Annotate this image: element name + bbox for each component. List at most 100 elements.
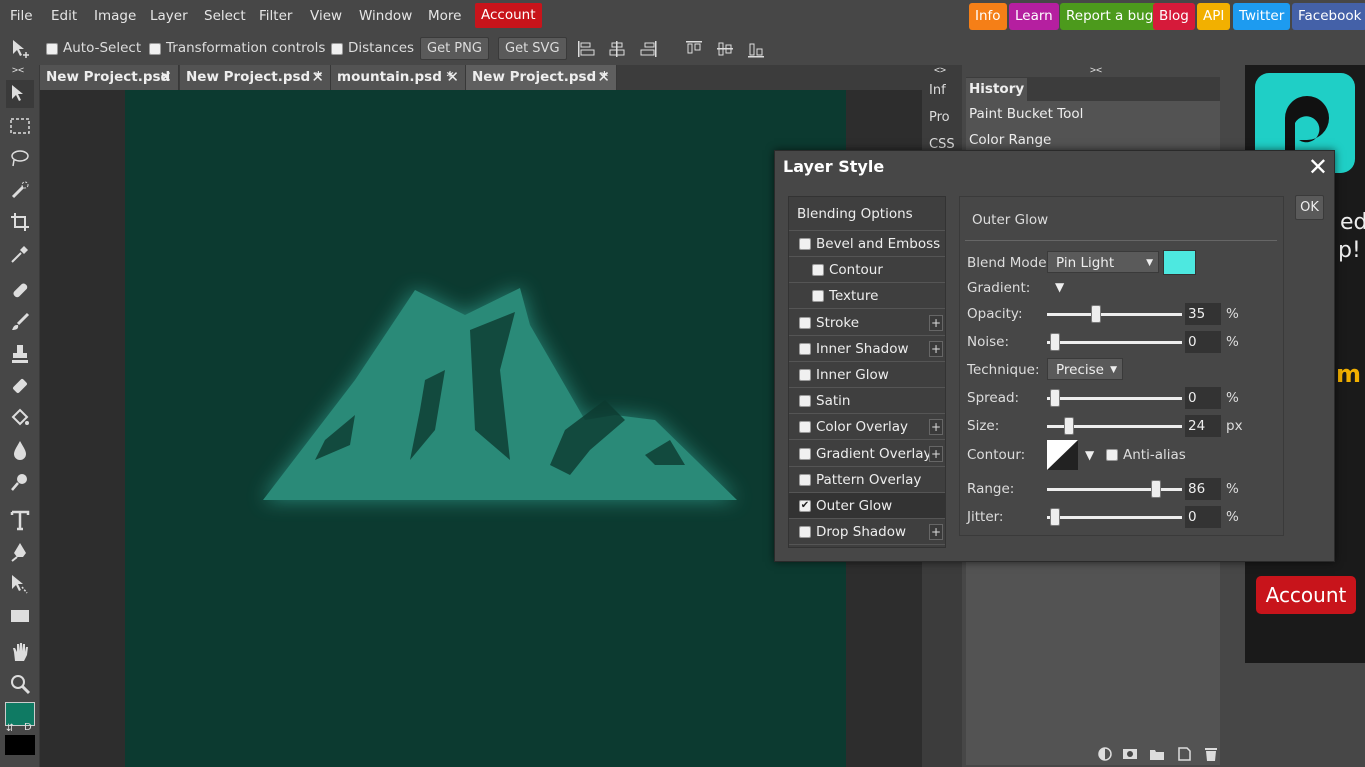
- transformation-controls-checkbox[interactable]: [149, 43, 161, 55]
- path-selection-tool-icon[interactable]: [6, 570, 34, 598]
- tab-new-project-2[interactable]: New Project.psd * ✕: [180, 65, 331, 90]
- history-item[interactable]: Paint Bucket Tool: [969, 101, 1083, 127]
- add-effect-icon[interactable]: +: [929, 314, 943, 331]
- blog-link[interactable]: Blog: [1153, 3, 1195, 30]
- effect-item-inner-shadow[interactable]: Inner Shadow +: [789, 336, 945, 362]
- menu-layer[interactable]: Layer: [150, 0, 188, 32]
- effect-item-contour[interactable]: Contour: [789, 257, 945, 284]
- close-tab-icon[interactable]: ✕: [159, 65, 172, 90]
- marquee-tool-icon[interactable]: [6, 112, 34, 140]
- range-slider-track[interactable]: [1047, 488, 1182, 491]
- toolbox-collapse-icon[interactable]: ><: [12, 65, 24, 76]
- glow-color-swatch[interactable]: [1163, 250, 1196, 275]
- quick-selection-tool-icon[interactable]: [6, 176, 34, 204]
- ad-account-button[interactable]: Account: [1256, 576, 1356, 614]
- document-canvas[interactable]: [125, 90, 846, 767]
- add-effect-icon[interactable]: +: [929, 524, 943, 541]
- text-tool-icon[interactable]: [6, 506, 34, 534]
- align-center-icon[interactable]: [608, 40, 626, 58]
- move-tool-icon[interactable]: [6, 80, 34, 108]
- contour-dropdown-icon[interactable]: ▼: [1085, 448, 1094, 462]
- lasso-tool-icon[interactable]: [6, 144, 34, 172]
- dodge-tool-icon[interactable]: [6, 468, 34, 496]
- size-input[interactable]: 24: [1185, 415, 1221, 437]
- blur-tool-icon[interactable]: [6, 436, 34, 464]
- folder-icon[interactable]: [1149, 746, 1165, 762]
- opacity-slider-thumb[interactable]: [1091, 305, 1101, 323]
- layer-mask-icon[interactable]: [1122, 746, 1138, 762]
- jitter-slider-track[interactable]: [1047, 516, 1182, 519]
- effect-checkbox[interactable]: [799, 316, 811, 329]
- distances-checkbox[interactable]: [331, 43, 343, 55]
- blending-options-item[interactable]: Blending Options: [789, 197, 945, 231]
- add-effect-icon[interactable]: +: [929, 445, 943, 462]
- hand-tool-icon[interactable]: [6, 638, 34, 666]
- technique-select[interactable]: Precise ▼: [1047, 358, 1123, 380]
- spread-slider-track[interactable]: [1047, 397, 1182, 400]
- tab-mountain[interactable]: mountain.psd * ✕: [331, 65, 466, 90]
- close-tab-icon[interactable]: ✕: [446, 65, 459, 90]
- opacity-slider-track[interactable]: [1047, 313, 1182, 316]
- trash-icon[interactable]: [1203, 746, 1219, 762]
- effect-item-satin[interactable]: Satin: [789, 388, 945, 415]
- history-tab[interactable]: History: [966, 78, 1028, 101]
- align-middle-icon[interactable]: [716, 40, 734, 58]
- eraser-tool-icon[interactable]: [6, 372, 34, 400]
- default-colors-icon[interactable]: D: [24, 722, 32, 733]
- paint-bucket-tool-icon[interactable]: [6, 404, 34, 432]
- add-effect-icon[interactable]: +: [929, 340, 943, 357]
- facebook-link[interactable]: Facebook: [1292, 3, 1365, 30]
- healing-brush-tool-icon[interactable]: [6, 276, 34, 304]
- effect-item-outer-glow[interactable]: ✔ Outer Glow: [789, 493, 945, 519]
- spread-slider-thumb[interactable]: [1050, 389, 1060, 407]
- effect-item-pattern-overlay[interactable]: Pattern Overlay: [789, 467, 945, 493]
- report-bug-link[interactable]: Report a bug: [1060, 3, 1160, 30]
- auto-select-checkbox[interactable]: [46, 43, 58, 55]
- menu-edit[interactable]: Edit: [51, 0, 77, 32]
- close-tab-icon[interactable]: ✕: [311, 65, 324, 90]
- eyedropper-tool-icon[interactable]: [6, 240, 34, 268]
- menu-view[interactable]: View: [310, 0, 342, 32]
- range-slider-thumb[interactable]: [1151, 480, 1161, 498]
- gradient-dropdown-icon[interactable]: ▼: [1055, 280, 1064, 294]
- effect-checkbox[interactable]: [799, 473, 811, 486]
- effect-item-inner-glow[interactable]: Inner Glow: [789, 362, 945, 388]
- tab-new-project-1[interactable]: New Project.psd ✕: [40, 65, 179, 90]
- jitter-input[interactable]: 0: [1185, 506, 1221, 528]
- menu-filter[interactable]: Filter: [259, 0, 292, 32]
- history-collapse-icon[interactable]: ><: [1090, 65, 1102, 76]
- api-link[interactable]: API: [1197, 3, 1231, 30]
- opacity-input[interactable]: 35: [1185, 303, 1221, 325]
- align-left-icon[interactable]: [577, 40, 595, 58]
- effect-item-bevel-and-emboss[interactable]: Bevel and Emboss: [789, 231, 945, 257]
- align-bottom-icon[interactable]: [747, 40, 765, 58]
- mini-panel-properties[interactable]: Pro: [929, 110, 950, 125]
- effect-item-gradient-overlay[interactable]: Gradient Overlay +: [789, 441, 945, 467]
- effect-item-drop-shadow[interactable]: Drop Shadow +: [789, 519, 945, 546]
- mini-panel-info[interactable]: Inf: [929, 83, 946, 98]
- effect-checkbox[interactable]: [799, 342, 811, 355]
- effect-item-stroke[interactable]: Stroke +: [789, 310, 945, 336]
- background-color-swatch[interactable]: [5, 735, 35, 755]
- size-slider-thumb[interactable]: [1064, 417, 1074, 435]
- learn-link[interactable]: Learn: [1009, 3, 1059, 30]
- crop-tool-icon[interactable]: [6, 208, 34, 236]
- align-top-icon[interactable]: [685, 40, 703, 58]
- get-svg-button[interactable]: Get SVG: [498, 37, 567, 60]
- spread-input[interactable]: 0: [1185, 387, 1221, 409]
- menu-account-button[interactable]: Account: [475, 3, 542, 28]
- info-link[interactable]: Info: [969, 3, 1007, 30]
- effect-checkbox[interactable]: [799, 526, 811, 539]
- swap-colors-icon[interactable]: ⇵: [6, 723, 14, 734]
- effect-checkbox[interactable]: [799, 369, 811, 381]
- get-png-button[interactable]: Get PNG: [420, 37, 489, 60]
- effect-checkbox[interactable]: [799, 395, 811, 408]
- effect-checkbox[interactable]: [812, 264, 824, 277]
- blend-mode-select[interactable]: Pin Light ▼: [1047, 251, 1159, 273]
- zoom-tool-icon[interactable]: [6, 670, 34, 698]
- twitter-link[interactable]: Twitter: [1233, 3, 1291, 30]
- effect-item-texture[interactable]: Texture: [789, 283, 945, 310]
- noise-slider-track[interactable]: [1047, 341, 1182, 344]
- mini-panel-collapse-icon[interactable]: <>: [934, 65, 946, 76]
- range-input[interactable]: 86: [1185, 478, 1221, 500]
